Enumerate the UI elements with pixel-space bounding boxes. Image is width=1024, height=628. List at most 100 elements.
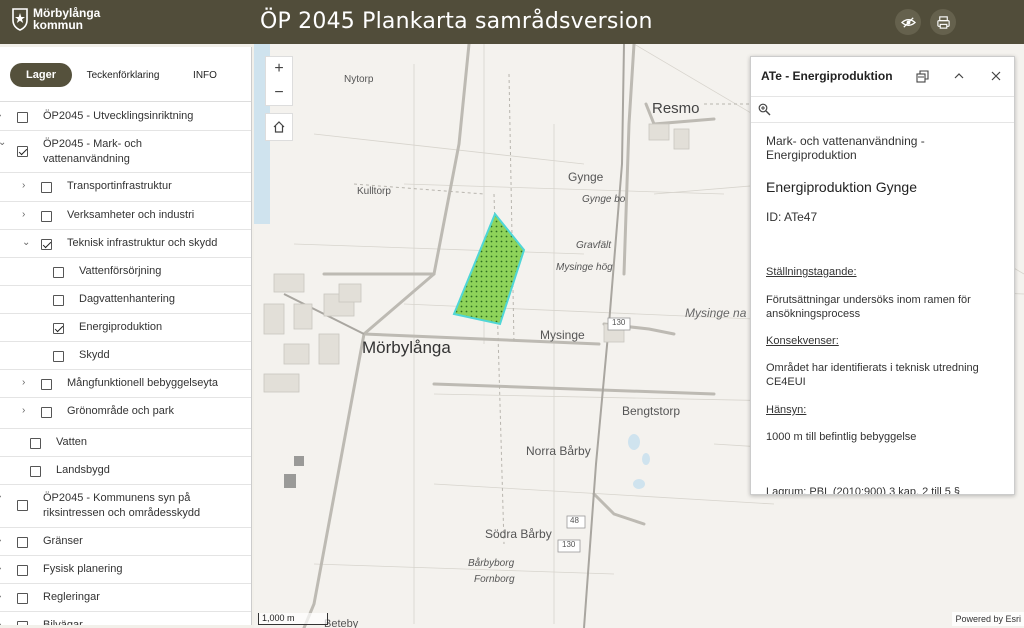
layer-row[interactable]: › Grönområde och park	[0, 398, 251, 429]
layer-row[interactable]: Vattenförsörjning	[0, 258, 251, 286]
map-label: Resmo	[652, 100, 700, 117]
map-label: Fornborg	[474, 574, 515, 585]
hansyn-label: Hänsyn:	[766, 404, 807, 416]
layer-label: Bilvägar	[43, 619, 83, 625]
popup-feature-name: Energiproduktion Gynge	[766, 179, 917, 195]
layer-label: Teknisk infrastruktur och skydd	[67, 237, 218, 249]
map-label: Nytorp	[344, 74, 374, 85]
layer-checkbox[interactable]	[41, 182, 52, 193]
layer-label: Verksamheter och industri	[67, 209, 195, 221]
layer-checkbox[interactable]	[41, 211, 52, 222]
map-label: Mysinge hög	[556, 262, 613, 273]
layer-row[interactable]: Energiproduktion	[0, 314, 251, 342]
map-label: Gynge bo	[582, 194, 626, 205]
stallningstagande-label: Ställningstagande:	[766, 266, 857, 278]
expand-chevron-icon[interactable]: ›	[0, 563, 8, 574]
layer-row[interactable]: › Fysisk planering	[0, 556, 251, 584]
scale-bar: 1,000 m	[258, 613, 328, 625]
expand-chevron-icon[interactable]: ›	[22, 209, 32, 220]
layer-row[interactable]: › Transportinfrastruktur	[0, 173, 251, 202]
expand-chevron-icon[interactable]: ›	[0, 591, 8, 602]
expand-chevron-icon[interactable]: ›	[0, 619, 8, 625]
logo-line-2: kommun	[33, 18, 84, 32]
layer-checkbox[interactable]	[17, 621, 28, 625]
close-icon[interactable]	[989, 69, 1003, 83]
map-label: Mysinge	[540, 328, 585, 342]
layer-row[interactable]: › Verksamheter och industri	[0, 202, 251, 230]
tab-info[interactable]: INFO	[184, 63, 226, 87]
layer-label: Vattenförsörjning	[79, 265, 162, 277]
map-label: Bengtstorp	[622, 404, 681, 418]
expand-chevron-icon[interactable]: ⌄	[0, 137, 8, 148]
layer-checkbox[interactable]	[30, 466, 41, 477]
layer-label: Dagvattenhantering	[79, 293, 176, 305]
esri-attribution[interactable]: Powered by Esri	[952, 612, 1024, 626]
tab-lager[interactable]: Lager	[10, 63, 72, 87]
layer-label: Vatten	[56, 436, 87, 448]
layer-row[interactable]: › ÖP2045 - Kommunens syn på riksintressen…	[0, 485, 251, 528]
map-label: Mörbylånga	[362, 338, 451, 357]
expand-chevron-icon[interactable]: ›	[22, 180, 32, 191]
map-label: Mysinge na	[685, 306, 747, 320]
municipality-logo: Mörbylånga kommun	[11, 6, 100, 32]
map-label: Kulltorp	[357, 186, 391, 197]
map-label: Gynge	[568, 170, 604, 184]
app-header: Mörbylånga kommun ÖP 2045 Plankarta samr…	[0, 0, 1024, 44]
print-button[interactable]	[930, 9, 956, 35]
collapse-icon[interactable]	[952, 69, 966, 83]
layer-row[interactable]: › Mångfunktionell bebyggelseyta	[0, 370, 251, 398]
home-button[interactable]	[265, 113, 293, 141]
tab-teckenforklaring[interactable]: Teckenförklaring	[82, 63, 164, 87]
layer-label: Skydd	[79, 349, 110, 361]
layer-row[interactable]: › Gränser	[0, 528, 251, 556]
layer-checkbox[interactable]	[53, 295, 64, 306]
layer-row[interactable]: Landsbygd	[0, 457, 251, 485]
konsekvenser-label: Konsekvenser:	[766, 335, 839, 347]
expand-chevron-icon[interactable]: ›	[22, 377, 32, 388]
expand-chevron-icon[interactable]: ›	[0, 110, 8, 121]
eye-slash-icon	[900, 16, 916, 28]
expand-chevron-icon[interactable]: ›	[0, 535, 8, 546]
layer-row[interactable]: › Bilvägar	[0, 612, 251, 625]
layer-label: ÖP2045 - Kommunens syn på riksintressen …	[43, 492, 201, 519]
layer-label: Grönområde och park	[67, 405, 174, 417]
layer-checkbox[interactable]	[17, 500, 28, 511]
layer-label: Fysisk planering	[43, 563, 123, 575]
road-number: 48	[570, 516, 579, 525]
layer-row[interactable]: Skydd	[0, 342, 251, 370]
zoom-to-icon[interactable]	[758, 103, 771, 121]
layer-row[interactable]: ⌄ Teknisk infrastruktur och skydd	[0, 230, 251, 258]
layer-checkbox[interactable]	[17, 146, 28, 157]
zoom-in-button[interactable]: +	[266, 57, 292, 81]
layer-row[interactable]: › ÖP2045 - Utvecklingsinriktning	[0, 103, 251, 131]
layer-checkbox[interactable]	[41, 379, 52, 390]
layer-label: Gränser	[43, 535, 83, 547]
layer-row[interactable]: Dagvattenhantering	[0, 286, 251, 314]
layer-checkbox[interactable]	[41, 407, 52, 418]
layer-checkbox[interactable]	[53, 267, 64, 278]
layer-checkbox[interactable]	[41, 239, 52, 250]
road-number: 130	[612, 318, 626, 327]
basemap-toggle-button[interactable]	[895, 9, 921, 35]
expand-chevron-icon[interactable]: ›	[0, 491, 8, 502]
layer-row[interactable]: Vatten	[0, 429, 251, 457]
layer-checkbox[interactable]	[17, 593, 28, 604]
layer-row[interactable]: ⌄ ÖP2045 - Mark- och vattenanvändning	[0, 131, 251, 173]
popup-category: Mark- och vattenanvändning - Energiprodu…	[766, 134, 925, 162]
layer-row[interactable]: › Regleringar	[0, 584, 251, 612]
layer-panel: Lager Teckenförklaring INFO › ÖP2045 - Ut…	[0, 47, 252, 625]
layer-checkbox[interactable]	[17, 112, 28, 123]
map-label: Norra Bårby	[526, 444, 591, 458]
layer-checkbox[interactable]	[17, 565, 28, 576]
layer-checkbox[interactable]	[53, 323, 64, 334]
konsekvenser-text: Området har identifierats i teknisk utre…	[766, 362, 979, 388]
feature-popup: ATe - Energiproduktion Mark- och vattena…	[750, 56, 1015, 495]
dock-icon[interactable]	[915, 69, 929, 83]
expand-chevron-icon[interactable]: ›	[22, 405, 32, 416]
zoom-out-button[interactable]: −	[266, 81, 292, 105]
layer-checkbox[interactable]	[53, 351, 64, 362]
layer-checkbox[interactable]	[30, 438, 41, 449]
layer-checkbox[interactable]	[17, 537, 28, 548]
expand-chevron-icon[interactable]: ⌄	[22, 237, 32, 248]
shield-star-icon	[12, 8, 28, 31]
